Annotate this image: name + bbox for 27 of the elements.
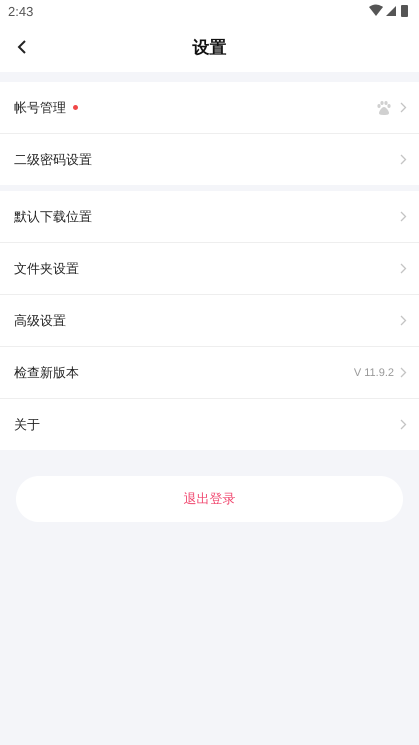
settings-row[interactable]: 关于 [0, 399, 419, 450]
version-text: V 11.9.2 [354, 366, 394, 378]
row-label: 默认下载位置 [14, 208, 92, 226]
page-title: 设置 [192, 36, 226, 58]
status-time: 2:43 [8, 4, 34, 18]
settings-row[interactable]: 帐号管理 [0, 82, 419, 134]
row-label: 文件夹设置 [14, 260, 79, 278]
settings-row[interactable]: 高级设置 [0, 295, 419, 347]
status-icons [369, 4, 411, 18]
chevron-right-icon [400, 211, 407, 222]
back-icon [17, 40, 27, 54]
logout-button[interactable]: 退出登录 [16, 476, 403, 522]
row-label: 检查新版本 [14, 364, 79, 382]
settings-row[interactable]: 默认下载位置 [0, 191, 419, 243]
row-label: 帐号管理 [14, 100, 66, 116]
chevron-right-icon [400, 419, 407, 430]
settings-row[interactable]: 文件夹设置 [0, 243, 419, 295]
chevron-right-icon [400, 367, 407, 378]
chevron-right-icon [400, 154, 407, 165]
row-label: 二级密码设置 [14, 152, 92, 168]
settings-row[interactable]: 检查新版本 V 11.9.2 [0, 347, 419, 399]
row-label: 高级设置 [14, 312, 66, 330]
row-label: 关于 [14, 416, 40, 434]
settings-row[interactable]: 二级密码设置 [0, 134, 419, 185]
chevron-right-icon [400, 102, 407, 113]
chevron-right-icon [400, 315, 407, 326]
chevron-right-icon [400, 263, 407, 274]
